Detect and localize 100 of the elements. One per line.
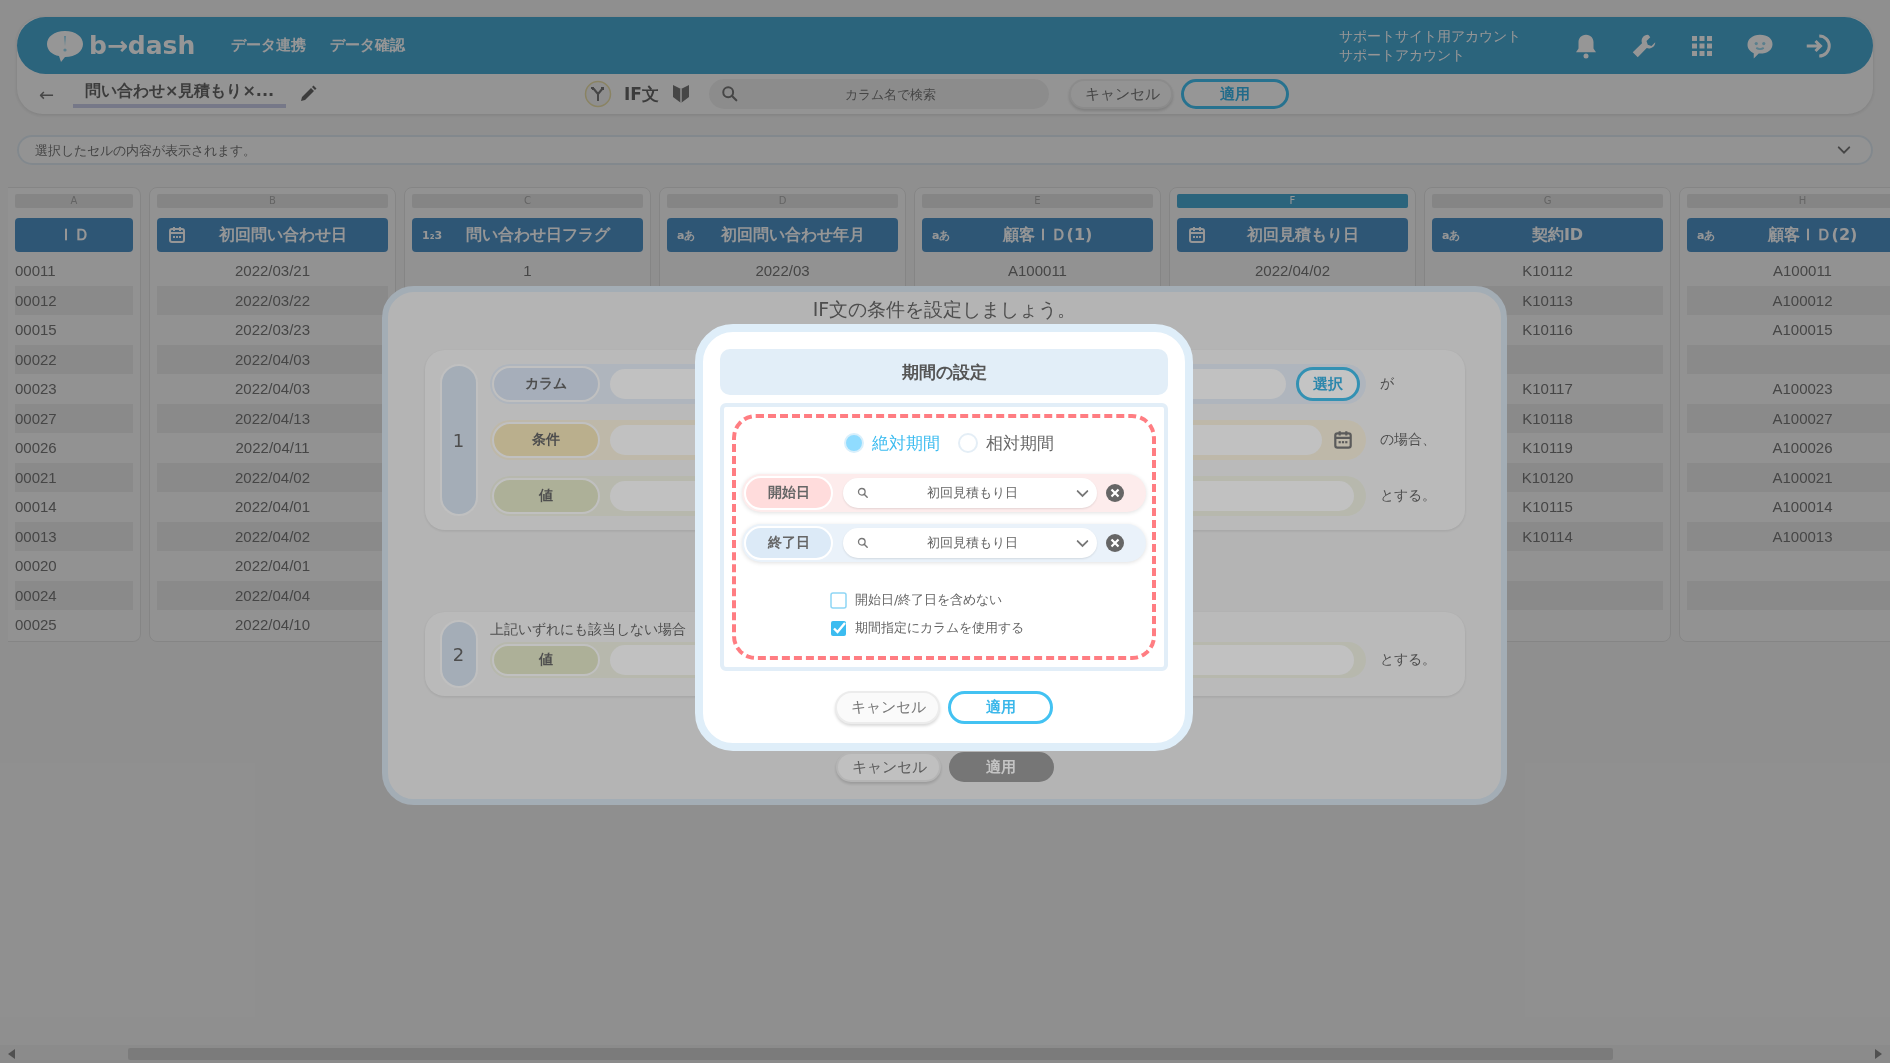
scroll-right-icon[interactable] <box>1874 1049 1882 1059</box>
table-cell-text: K10119 <box>1521 438 1574 458</box>
data-type-label: aあ <box>1442 227 1462 243</box>
condition-number: 2 <box>439 620 478 688</box>
suffix-text: が <box>1379 375 1395 393</box>
column-name: 初回見積もり日 <box>1245 224 1360 246</box>
column-header[interactable]: 1₂3 問い合わせ日フラグ <box>412 218 643 252</box>
radio-label[interactable]: 相対期間 <box>986 431 1054 455</box>
table-cell-text: 00025 <box>15 615 58 635</box>
column-header[interactable]: ＩＤ <box>15 218 133 252</box>
chevron-down-icon[interactable] <box>1837 145 1851 155</box>
nav-link[interactable]: データ連携 <box>231 36 307 55</box>
chevron-down-icon[interactable] <box>1076 538 1089 548</box>
clear-icon[interactable] <box>1106 534 1124 552</box>
condition-note: 上記いずれにも該当しない場合 <box>489 620 686 638</box>
table-cell-text: 00023 <box>15 379 58 399</box>
calendar-icon <box>1331 429 1354 451</box>
search-icon <box>857 487 869 499</box>
table-cell-text: 00020 <box>15 556 58 576</box>
checkbox-label[interactable]: 開始日/終了日を含めない <box>855 591 1003 609</box>
data-type-label: aあ <box>677 227 697 243</box>
column-header[interactable]: aあ 顧客ＩＤ(2) <box>1687 218 1890 252</box>
table-cell: 00012 <box>15 285 133 315</box>
select-button[interactable]: 選択 <box>1295 367 1360 401</box>
table-cell-text: A100011 <box>1007 261 1068 281</box>
apply-button[interactable]: 適用 <box>948 752 1054 782</box>
cell-content-field[interactable]: 選択したセルの内容が表示されます。 <box>17 135 1873 165</box>
data-type-label: aあ <box>932 227 952 243</box>
condition-label: 値 <box>491 644 600 676</box>
search-field[interactable]: カラム名で検索 <box>708 79 1049 109</box>
dialog-title: IF文の条件を設定しましょう。 <box>812 298 1077 320</box>
cancel-button[interactable]: キャンセル <box>835 691 940 724</box>
column-letter[interactable]: F <box>1177 194 1408 208</box>
table-cell-text: 2022/04/01 <box>233 497 312 517</box>
table-cell: A100013 <box>1687 521 1890 551</box>
column-header[interactable]: aあ 契約ID <box>1432 218 1663 252</box>
cancel-button[interactable]: キャンセル <box>835 752 941 782</box>
checkbox-label[interactable]: 期間指定にカラムを使用する <box>855 619 1024 637</box>
radio-button[interactable] <box>844 433 864 453</box>
table-cell-text: 1 <box>522 261 533 281</box>
scroll-left-icon[interactable] <box>8 1049 16 1059</box>
radio-button[interactable] <box>958 433 978 453</box>
table-cell: A100027 <box>1687 403 1890 433</box>
condition-label: 値 <box>491 478 600 514</box>
branch-icon[interactable] <box>584 80 612 108</box>
suffix-text: の場合、 <box>1379 431 1437 449</box>
table-cell-text: K10117 <box>1521 379 1574 399</box>
column-select[interactable]: 初回見積もり日 <box>843 528 1097 558</box>
apply-button[interactable]: 適用 <box>1180 79 1289 109</box>
cancel-button[interactable]: キャンセル <box>1068 79 1173 109</box>
table-cell-text: A100023 <box>1771 379 1834 399</box>
table-cell: 00021 <box>15 462 133 492</box>
column-header[interactable]: aあ 顧客ＩＤ(1) <box>922 218 1153 252</box>
back-button[interactable]: ← <box>39 83 69 105</box>
column-header[interactable]: aあ 初回問い合わせ年月 <box>667 218 898 252</box>
table-cell-text: 2022/03 <box>754 261 811 281</box>
table-cell: 00022 <box>15 344 133 374</box>
nav-link[interactable]: データ確認 <box>330 36 406 55</box>
table-cell-text: 00011 <box>15 261 57 281</box>
clear-icon[interactable] <box>1106 484 1124 502</box>
table-cell: 2022/03/22 <box>157 285 388 315</box>
table-cell-text: 2022/03/23 <box>233 320 312 340</box>
data-type-label: 1₂3 <box>422 228 442 242</box>
column-name: 問い合わせ日フラグ <box>464 224 612 246</box>
condition-label: 条件 <box>491 422 600 458</box>
data-type-label: aあ <box>1697 227 1717 243</box>
column-select[interactable]: 初回見積もり日 <box>843 478 1097 508</box>
checkbox[interactable] <box>830 619 847 637</box>
range-label: 開始日 <box>744 476 833 510</box>
column-name: 初回問い合わせ年月 <box>719 224 866 246</box>
logo-text[interactable]: b→dash <box>89 31 196 60</box>
table-cell-text: 2022/03/21 <box>233 261 312 281</box>
dialog-title: 期間の設定 <box>720 349 1168 395</box>
table-cell: 00013 <box>15 521 133 551</box>
search-icon <box>720 85 739 103</box>
table-cell-text: K10112 <box>1521 261 1574 281</box>
column-header[interactable]: 初回見積もり日 <box>1177 218 1408 252</box>
checkbox[interactable] <box>830 591 847 609</box>
range-label: 終了日 <box>744 526 833 560</box>
column-header[interactable]: 初回問い合わせ日 <box>157 218 388 252</box>
condition-label: カラム <box>491 366 600 402</box>
column-name: 顧客ＩＤ(2) <box>1766 224 1859 246</box>
table-cell-text: 00015 <box>15 320 58 340</box>
speech-bubble-icon <box>45 28 85 63</box>
calendar-icon <box>167 225 187 245</box>
chevron-down-icon[interactable] <box>1076 488 1089 498</box>
apply-button[interactable]: 適用 <box>948 691 1053 724</box>
table-cell-text: 2022/04/10 <box>233 615 312 635</box>
column-name: 顧客ＩＤ(1) <box>1001 224 1094 246</box>
table-cell-text: 00014 <box>15 497 58 517</box>
radio-label[interactable]: 絶対期間 <box>872 431 940 455</box>
table-cell-text: K10116 <box>1521 320 1574 340</box>
table-cell: 00024 <box>15 580 133 610</box>
account-name: サポートアカウント <box>1339 45 1466 65</box>
table-cell-text: A100014 <box>1771 497 1834 517</box>
horizontal-scrollbar[interactable] <box>0 1045 1890 1063</box>
file-title[interactable]: 問い合わせ×見積もり×... <box>73 80 287 108</box>
calendar-icon <box>1187 225 1207 245</box>
pencil-icon[interactable] <box>298 84 319 104</box>
suffix-text: とする。 <box>1379 651 1437 669</box>
